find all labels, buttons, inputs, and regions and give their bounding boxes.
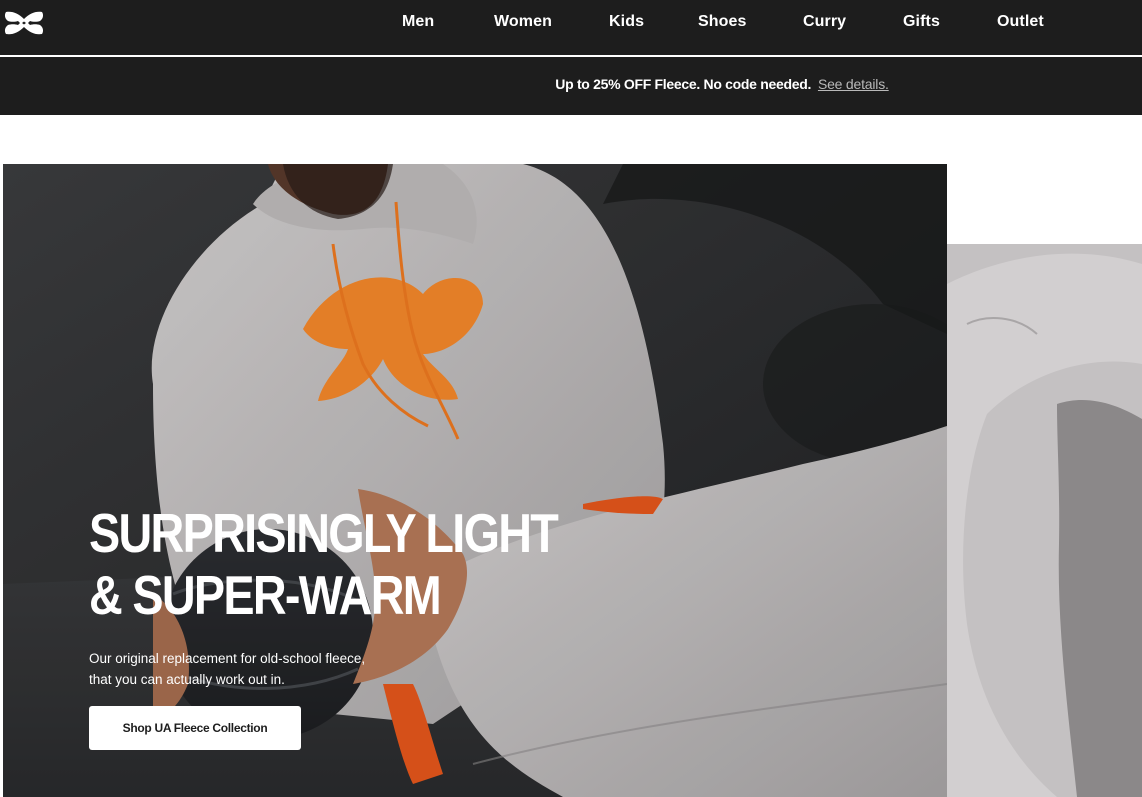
hero-subtitle-line1: Our original replacement for old-school … — [89, 651, 366, 666]
hero-subtitle-line2: that you can actually work out in. — [89, 672, 285, 687]
next-slide-image — [947, 244, 1142, 797]
hero-banner: SURPRISINGLY LIGHT & SUPER-WARM Our orig… — [3, 164, 947, 797]
nav-women[interactable]: Women — [494, 13, 552, 31]
next-slide-preview[interactable] — [947, 244, 1142, 797]
nav-curry[interactable]: Curry — [803, 13, 846, 31]
nav-shoes[interactable]: Shoes — [698, 13, 747, 31]
nav-men[interactable]: Men — [402, 13, 434, 31]
hero-subtitle: Our original replacement for old-school … — [89, 648, 409, 690]
hero-copy: SURPRISINGLY LIGHT & SUPER-WARM Our orig… — [89, 502, 609, 750]
nav-gifts[interactable]: Gifts — [903, 13, 940, 31]
main-nav: Men Women Kids Shoes Curry Gifts Outlet — [0, 0, 1142, 46]
hero-title-line1: SURPRISINGLY LIGHT — [89, 502, 559, 564]
hero-title: SURPRISINGLY LIGHT & SUPER-WARM — [89, 502, 559, 626]
promo-message: Up to 25% OFF Fleece. No code needed. Se… — [0, 76, 1142, 92]
hero-title-line2: & SUPER-WARM — [89, 564, 442, 626]
promo-banner: Up to 25% OFF Fleece. No code needed. Se… — [0, 57, 1142, 115]
top-navigation: Men Women Kids Shoes Curry Gifts Outlet — [0, 0, 1142, 56]
promo-details-link[interactable]: See details. — [818, 76, 889, 92]
shop-fleece-button[interactable]: Shop UA Fleece Collection — [89, 706, 301, 750]
nav-kids[interactable]: Kids — [609, 13, 644, 31]
promo-text: Up to 25% OFF Fleece. No code needed. — [555, 76, 812, 92]
nav-outlet[interactable]: Outlet — [997, 13, 1044, 31]
